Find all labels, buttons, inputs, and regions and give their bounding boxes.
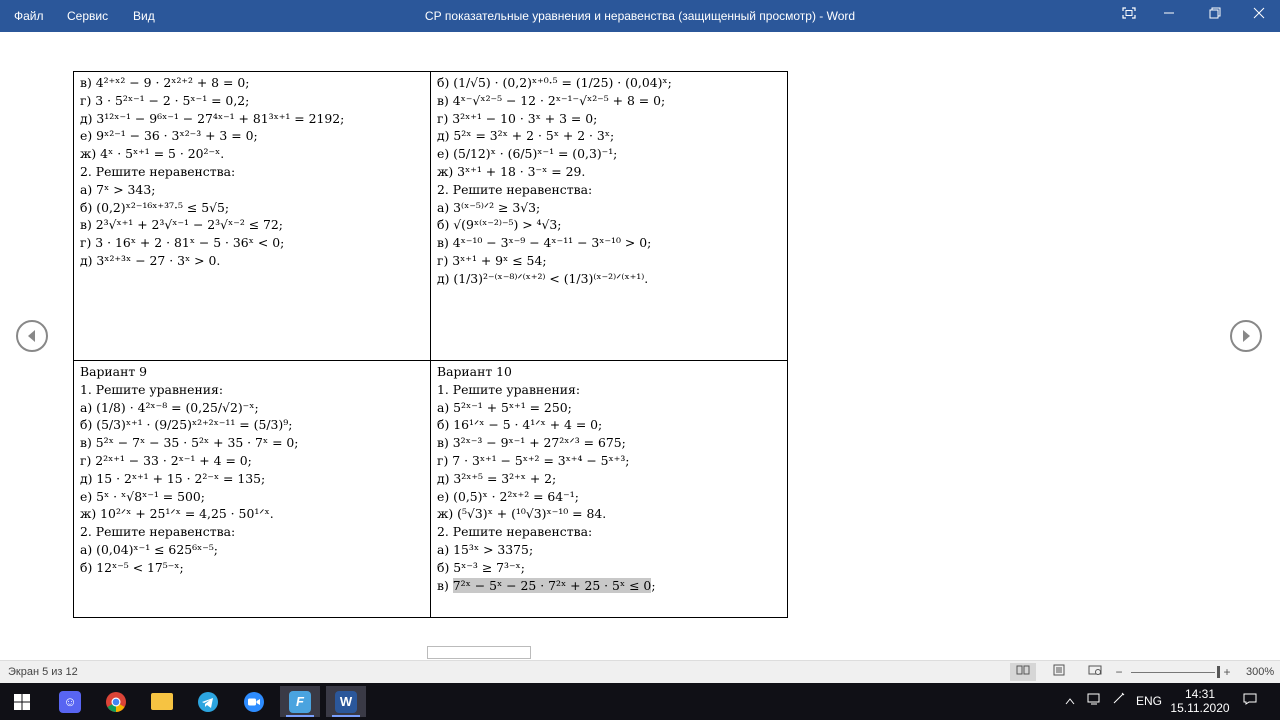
windows-start-icon[interactable] (2, 686, 42, 717)
list-item: ж) 3ˣ⁺¹ + 18 · 3⁻ˣ = 29. (437, 163, 586, 179)
cell-top-left: в) 4²⁺ˣ² − 9 · 2ˣ²⁺² + 8 = 0; г) 3 · 5²ˣ… (73, 71, 431, 361)
zoom-out-button[interactable]: − (1110, 663, 1128, 681)
list-item: ж) (⁵√3)ˣ + (¹⁰√3)ˣ⁻¹⁰ = 84. (437, 506, 607, 522)
list-item: г) 7 · 3ˣ⁺¹ − 5ˣ⁺² = 3ˣ⁺⁴ − 5ˣ⁺³; (437, 452, 630, 468)
clock-date: 15.11.2020 (1170, 701, 1230, 715)
list-item: е) 5ˣ · ˣ√8ˣ⁻¹ = 500; (80, 488, 205, 504)
list-item: д) 15 · 2ˣ⁺¹ + 15 · 2²⁻ˣ = 135; (80, 470, 266, 486)
list-item: а) 5²ˣ⁻¹ + 5ˣ⁺¹ = 250; (437, 399, 572, 415)
exercise-table: в) 4²⁺ˣ² − 9 · 2ˣ²⁺² + 8 = 0; г) 3 · 5²ˣ… (73, 71, 788, 618)
chevron-up-icon[interactable] (1062, 683, 1078, 720)
list-item: в) 2³√ˣ⁺¹ + 2³√ˣ⁻¹ − 2³√ˣ⁻² ≤ 72; (80, 217, 283, 233)
list-item: в) 7²ˣ − 5ˣ − 25 · 7²ˣ + 25 · 5ˣ ≤ 0; (437, 577, 781, 595)
list-item: г) 3²ˣ⁺¹ − 10 · 3ˣ + 3 = 0; (437, 110, 598, 126)
cell-top-right: б) (1/√5) · (0,2)ˣ⁺⁰·⁵ = (1/25) · (0,04)… (430, 71, 788, 361)
close-icon[interactable] (1236, 0, 1280, 32)
minimize-icon[interactable] (1146, 0, 1192, 32)
section-heading: 1. Решите уравнения: (80, 381, 224, 397)
list-item: б) √(9ˣ⁽ˣ⁻²⁾⁻⁵) > ⁴√3; (437, 217, 562, 233)
file-explorer-icon[interactable] (142, 686, 182, 717)
variant-title: Вариант 10 (437, 364, 512, 379)
window-title: СР показательные уравнения и неравенства… (424, 9, 856, 23)
chrome-icon[interactable] (96, 686, 136, 717)
list-item: ж) 10²ᐟˣ + 25¹ᐟˣ = 4,25 · 50¹ᐟˣ. (80, 506, 274, 522)
list-item: д) 3¹²ˣ⁻¹ − 9⁶ˣ⁻¹ − 27⁴ˣ⁻¹ + 81³ˣ⁺¹ = 21… (80, 110, 345, 126)
list-item: а) (1/8) · 4²ˣ⁻⁸ = (0,25/√2)⁻ˣ; (80, 399, 259, 415)
language-indicator[interactable]: ENG (1136, 683, 1162, 720)
restore-icon[interactable] (1192, 0, 1238, 32)
read-mode-icon[interactable] (1010, 663, 1036, 681)
taskbar: ☺ F W ENG 14:31 15.11.2020 (0, 683, 1280, 720)
variant-title: Вариант 9 (80, 364, 148, 379)
list-item: ж) 4ˣ · 5ˣ⁺¹ = 5 · 20²⁻ˣ. (80, 146, 225, 162)
list-item: а) 3⁽ˣ⁻⁵⁾ᐟ² ≥ 3√3; (437, 199, 541, 215)
cell-bottom-left: Вариант 9 1. Решите уравнения: а) (1/8) … (73, 360, 431, 618)
word-icon[interactable]: W (326, 686, 366, 717)
list-item: г) 3 · 5²ˣ⁻¹ − 2 · 5ˣ⁻¹ = 0,2; (80, 92, 250, 108)
list-item: г) 2²ˣ⁺¹ − 33 · 2ˣ⁻¹ + 4 = 0; (80, 452, 252, 468)
list-item-suffix: ; (651, 577, 656, 593)
list-item: г) 3 · 16ˣ + 2 · 81ˣ − 5 · 36ˣ < 0; (80, 235, 285, 251)
status-bar: Экран 5 из 12 − + 300% (0, 660, 1280, 684)
menu-file[interactable]: Файл (14, 0, 44, 32)
list-item: в) 5²ˣ − 7ˣ − 35 · 5²ˣ + 35 · 7ˣ = 0; (80, 435, 299, 451)
notifications-icon[interactable] (1238, 683, 1262, 720)
list-item: г) 3ˣ⁺¹ + 9ˣ ≤ 54; (437, 252, 547, 268)
clock[interactable]: 14:31 15.11.2020 (1170, 683, 1230, 720)
list-item: б) (1/√5) · (0,2)ˣ⁺⁰·⁵ = (1/25) · (0,04)… (437, 75, 672, 90)
list-item: б) 5ˣ⁻³ ≥ 7³⁻ˣ; (437, 559, 525, 575)
selected-text[interactable]: 7²ˣ − 5ˣ − 25 · 7²ˣ + 25 · 5ˣ ≤ 0 (452, 577, 652, 593)
section-heading: 1. Решите уравнения: (437, 381, 581, 397)
page-info: Экран 5 из 12 (8, 666, 78, 678)
section-heading: 2. Решите неравенства: (80, 524, 236, 540)
list-item: б) (5/3)ˣ⁺¹ · (9/25)ˣ²⁺²ˣ⁻¹¹ = (5/3)⁹; (80, 417, 293, 433)
cell-bottom-right: Вариант 10 1. Решите уравнения: а) 5²ˣ⁻¹… (430, 360, 788, 618)
fl-app-icon[interactable]: F (280, 686, 320, 717)
list-item: в) 4ˣ⁻√ˣ²⁻⁵ − 12 · 2ˣ⁻¹⁻√ˣ²⁻⁵ + 8 = 0; (437, 92, 666, 108)
list-item: д) (1/3)²⁻⁽ˣ⁻⁸⁾ᐟ⁽ˣ⁺²⁾ < (1/3)⁽ˣ⁻²⁾ᐟ⁽ˣ⁺¹⁾… (437, 270, 649, 286)
zoom-in-button[interactable]: + (1218, 663, 1236, 681)
zoom-slider[interactable] (1131, 672, 1215, 673)
section-heading: 2. Решите неравенства: (437, 181, 593, 197)
list-item: б) 16¹ᐟˣ − 5 · 4¹ᐟˣ + 4 = 0; (437, 417, 603, 433)
list-item: д) 5²ˣ = 3²ˣ + 2 · 5ˣ + 2 · 3ˣ; (437, 128, 615, 144)
pen-icon[interactable] (1110, 683, 1128, 720)
prev-page-icon[interactable] (16, 320, 48, 352)
list-item-prefix: в) (437, 577, 453, 593)
list-item: е) (5/12)ˣ · (6/5)ˣ⁻¹ = (0,3)⁻¹; (437, 146, 618, 162)
list-item: в) 3²ˣ⁻³ − 9ˣ⁻¹ + 27²ˣᐟ³ = 675; (437, 435, 626, 451)
zoom-level[interactable]: 300% (1246, 666, 1274, 678)
list-item: б) 12ˣ⁻⁵ < 17⁵⁻ˣ; (80, 559, 184, 575)
list-item: а) 15³ˣ > 3375; (437, 541, 534, 557)
horizontal-scrollbar[interactable] (427, 646, 531, 659)
section-heading: 2. Решите неравенства: (437, 524, 593, 540)
list-item: е) (0,5)ˣ · 2²ˣ⁺² = 64⁻¹; (437, 488, 579, 504)
network-icon[interactable] (1086, 683, 1104, 720)
list-item: е) 9ˣ²⁻¹ − 36 · 3ˣ²⁻³ + 3 = 0; (80, 128, 258, 144)
list-item: д) 3²ˣ⁺⁵ = 3²⁺ˣ + 2; (437, 470, 557, 486)
discord-icon[interactable]: ☺ (50, 686, 90, 717)
menu-view[interactable]: Вид (133, 0, 155, 32)
section-heading: 2. Решите неравенства: (80, 163, 236, 179)
list-item: в) 4ˣ⁻¹⁰ − 3ˣ⁻⁹ − 4ˣ⁻¹¹ − 3ˣ⁻¹⁰ > 0; (437, 235, 652, 251)
title-bar: Файл Сервис Вид СР показательные уравнен… (0, 0, 1280, 32)
document-page: в) 4²⁺ˣ² − 9 · 2ˣ²⁺² + 8 = 0; г) 3 · 5²ˣ… (0, 32, 1280, 660)
list-item: б) (0,2)ˣ²⁻¹⁶ˣ⁺³⁷·⁵ ≤ 5√5; (80, 199, 230, 215)
web-layout-icon[interactable] (1082, 663, 1108, 681)
list-item: а) (0,04)ˣ⁻¹ ≤ 625⁶ˣ⁻⁵; (80, 541, 218, 557)
print-layout-icon[interactable] (1046, 663, 1072, 681)
clock-time: 14:31 (1184, 687, 1216, 701)
list-item: д) 3ˣ²⁺³ˣ − 27 · 3ˣ > 0. (80, 252, 221, 268)
telegram-icon[interactable] (188, 686, 228, 717)
list-item: в) 4²⁺ˣ² − 9 · 2ˣ²⁺² + 8 = 0; (80, 75, 250, 90)
list-item: а) 7ˣ > 343; (80, 181, 156, 197)
next-page-icon[interactable] (1230, 320, 1262, 352)
menu-service[interactable]: Сервис (67, 0, 108, 32)
zoom-icon[interactable] (234, 686, 274, 717)
